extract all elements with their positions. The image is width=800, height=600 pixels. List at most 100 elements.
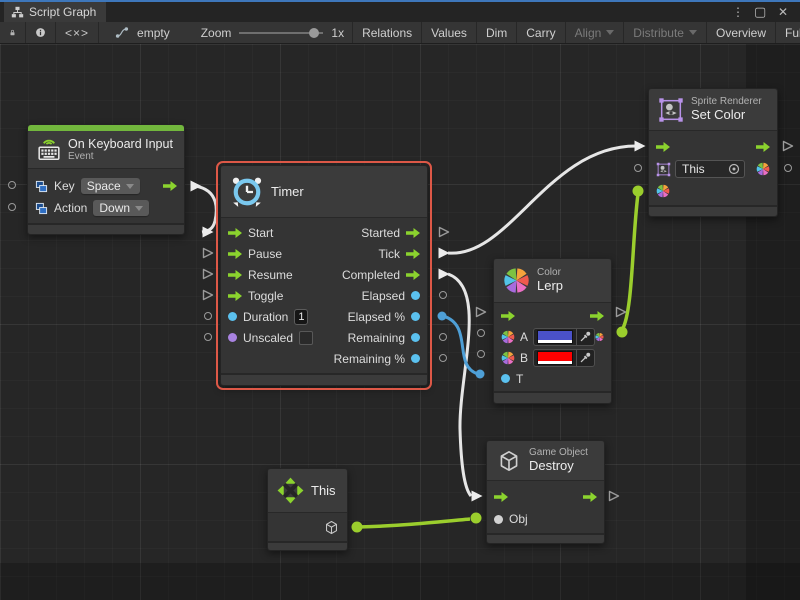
unscaled-checkbox[interactable] [299,331,313,345]
port-timer-resume[interactable] [202,268,214,280]
toolbar-button-overview[interactable]: Overview [707,22,776,43]
toolbar-button-align[interactable]: Align [566,22,625,43]
port-setcolor-flow-in[interactable] [634,140,646,152]
color-out-port-icon[interactable] [595,330,604,344]
float-out-port-icon[interactable] [411,312,420,321]
node-title: This [311,483,336,498]
port-keyboard-flow-out[interactable] [190,180,202,192]
color-out-port-icon[interactable] [756,162,770,176]
target-field[interactable]: This [675,160,745,178]
graph-context-button[interactable] [99,22,135,43]
flow-in-port-icon[interactable] [228,291,242,301]
port-destroy-flow-out[interactable] [608,490,620,502]
port-action-in[interactable] [8,203,16,211]
gameobject-out-port-icon[interactable] [323,519,340,536]
flow-out-port-icon[interactable] [406,270,420,280]
node-title: On Keyboard Input [68,137,173,151]
maximize-icon[interactable]: ▢ [754,2,766,22]
port-setcolor-color[interactable] [633,186,644,197]
bool-in-port-icon[interactable] [228,333,237,342]
port-lerp-b[interactable] [477,350,485,358]
port-timer-elapsed-pct[interactable] [438,312,447,321]
tab-script-graph[interactable]: Script Graph [4,2,106,22]
port-setcolor-value-out[interactable] [784,164,792,172]
float-in-port-icon[interactable] [501,374,510,383]
float-out-port-icon[interactable] [411,291,420,300]
port-timer-start[interactable] [202,226,214,238]
flow-out-port-icon[interactable] [583,492,597,502]
port-lerp-result[interactable] [617,327,628,338]
toolbar-button-distribute[interactable]: Distribute [624,22,707,43]
float-out-port-icon[interactable] [411,354,420,363]
node-set-color[interactable]: Sprite Renderer Set Color This [648,88,778,217]
object-picker-icon[interactable] [728,163,740,175]
zoom-slider-handle[interactable] [309,28,319,38]
flow-in-port-icon[interactable] [501,311,515,321]
toolbar-button-carry[interactable]: Carry [517,22,565,43]
keyboard-event-icon [37,138,61,162]
color-a-swatch[interactable] [537,330,573,344]
port-timer-pause[interactable] [202,247,214,259]
zoom-slider[interactable] [239,32,323,34]
node-timer[interactable]: Timer Start Started Pause Tick Resume Co… [220,165,428,386]
port-timer-toggle[interactable] [202,289,214,301]
port-timer-remaining[interactable] [439,333,447,341]
port-setcolor-target[interactable] [634,164,642,172]
port-timer-started[interactable] [438,226,450,238]
action-dropdown[interactable]: Down [93,200,149,216]
flow-in-port-icon[interactable] [228,249,242,259]
port-timer-unscaled[interactable] [204,333,212,341]
graph-canvas[interactable]: On Keyboard Input Event Key Space [0,44,800,600]
node-destroy[interactable]: Game Object Destroy Obj [486,440,605,544]
color-b-field[interactable] [533,349,595,367]
port-lerp-t[interactable] [476,370,485,379]
port-destroy-flow-in[interactable] [471,490,483,502]
kebab-menu-icon[interactable]: ⋮ [732,2,744,22]
flow-in-port-icon[interactable] [228,228,242,238]
key-dropdown[interactable]: Space [81,178,140,194]
node-this[interactable]: This [267,468,348,551]
flow-out-port-icon[interactable] [406,249,420,259]
port-key-in[interactable] [8,181,16,189]
toolbar-button-dim[interactable]: Dim [477,22,517,43]
graph-context-label: empty [135,22,179,43]
node-on-keyboard-input[interactable]: On Keyboard Input Event Key Space [27,124,185,235]
float-in-port-icon[interactable] [228,312,237,321]
port-timer-duration[interactable] [204,312,212,320]
float-out-port-icon[interactable] [411,333,420,342]
flow-in-port-icon[interactable] [228,270,242,280]
object-in-port-icon[interactable] [494,515,503,524]
port-setcolor-flow-out[interactable] [782,140,794,152]
port-timer-elapsed[interactable] [439,291,447,299]
duration-input[interactable]: 1 [294,309,308,325]
port-this-out[interactable] [352,522,363,533]
flow-out-port-icon[interactable] [406,228,420,238]
info-button[interactable] [26,22,56,43]
port-lerp-a[interactable] [477,329,485,337]
port-lerp-flow-in[interactable] [475,306,487,318]
port-lerp-flow-out[interactable] [615,306,627,318]
port-timer-tick[interactable] [438,247,450,259]
color-in-port-icon[interactable] [656,184,670,198]
flow-in-port-icon[interactable] [656,142,670,152]
node-color-lerp[interactable]: Color Lerp A [493,258,612,404]
code-preview-button[interactable]: <×> [56,22,99,43]
toolbar-button-values[interactable]: Values [422,22,477,43]
eyedropper-icon[interactable] [579,351,592,364]
toolbar-button-relations[interactable]: Relations [353,22,422,43]
lock-button[interactable] [0,22,26,43]
color-a-field[interactable] [533,328,595,346]
color-type-icon [501,330,515,344]
color-b-swatch[interactable] [537,351,573,365]
flow-out-port-icon[interactable] [163,181,177,191]
flow-in-port-icon[interactable] [494,492,508,502]
node-header: Game Object Destroy [487,441,604,481]
close-icon[interactable]: ✕ [778,2,788,22]
port-destroy-obj[interactable] [471,513,482,524]
port-timer-completed[interactable] [438,268,450,280]
toolbar-button-fullscreen[interactable]: Full Screen [776,22,800,43]
port-timer-remaining-pct[interactable] [439,354,447,362]
flow-out-port-icon[interactable] [756,142,770,152]
eyedropper-icon[interactable] [579,330,592,343]
flow-out-port-icon[interactable] [590,311,604,321]
